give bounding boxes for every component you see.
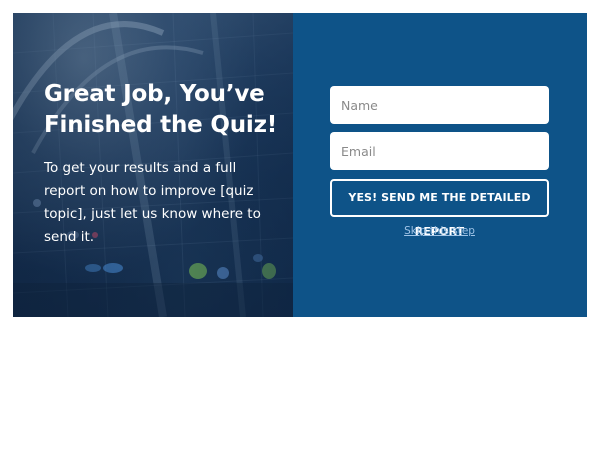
email-input[interactable] [330, 132, 549, 170]
signup-form-panel: YES! SEND ME THE DETAILED REPORT Skip th… [293, 13, 587, 317]
headline: Great Job, You’ve Finished the Quiz! [44, 81, 278, 138]
name-input[interactable] [330, 86, 549, 124]
quiz-results-optin-card: Great Job, You’ve Finished the Quiz! To … [13, 13, 587, 317]
hero-image-panel: Great Job, You’ve Finished the Quiz! To … [13, 13, 293, 317]
send-report-button[interactable]: YES! SEND ME THE DETAILED REPORT [330, 179, 549, 238]
skip-step-link[interactable]: Skip this step [330, 225, 549, 237]
description-text: To get your results and a full report on… [44, 160, 261, 245]
hero-content: Great Job, You’ve Finished the Quiz! To … [44, 79, 279, 249]
